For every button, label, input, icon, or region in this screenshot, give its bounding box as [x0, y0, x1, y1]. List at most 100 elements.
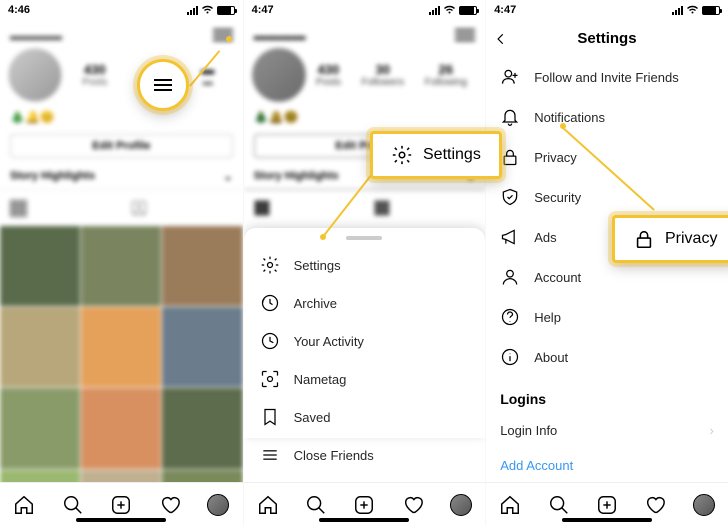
gear-icon — [391, 144, 413, 166]
chevron-down-icon: ⌄ — [223, 170, 232, 183]
bio-emojis: 🎄🔔😊 — [0, 106, 243, 128]
callout-label: Privacy — [665, 230, 717, 248]
avatar — [252, 48, 306, 102]
tab-tagged[interactable] — [121, 190, 242, 226]
nav-add-icon[interactable] — [353, 494, 375, 516]
menu-label: Your Activity — [294, 334, 364, 349]
settings-notifications[interactable]: Notifications — [486, 97, 728, 137]
nav-heart-icon[interactable] — [159, 494, 181, 516]
settings-help[interactable]: Help — [486, 297, 728, 337]
nav-home-icon[interactable] — [13, 494, 35, 516]
battery-icon — [459, 6, 477, 15]
clock-icon — [260, 331, 280, 351]
callout-privacy: Privacy — [612, 215, 728, 263]
wifi-icon — [443, 5, 456, 15]
row-label: Notifications — [534, 110, 605, 125]
menu-settings[interactable]: Settings — [244, 246, 486, 284]
battery-icon — [217, 6, 235, 15]
nav-profile-icon[interactable] — [693, 494, 715, 516]
logins-header: Logins — [486, 377, 728, 413]
nav-profile-icon[interactable] — [450, 494, 472, 516]
status-time: 4:47 — [252, 4, 274, 16]
profile-username: ▬▬▬▬ — [10, 28, 62, 43]
nav-search-icon[interactable] — [305, 494, 327, 516]
menu-label: Settings — [294, 258, 341, 273]
stat-posts[interactable]: 430Posts — [82, 62, 107, 88]
cellular-icon — [187, 6, 198, 15]
person-icon — [500, 267, 520, 287]
home-indicator — [319, 518, 409, 522]
status-bar: 4:46 — [0, 0, 243, 20]
menu-sheet: Settings Archive Your Activity Nametag S… — [244, 228, 486, 438]
menu-close-friends[interactable]: Close Friends — [244, 436, 486, 474]
lock-icon — [633, 228, 655, 250]
wifi-icon — [201, 5, 214, 15]
clock-icon — [260, 293, 280, 313]
screen-profile: 4:46 ▬▬▬▬ 430Posts ▬▬ ▬▬ 🎄🔔😊 Edi — [0, 0, 243, 526]
menu-nametag[interactable]: Nametag — [244, 360, 486, 398]
settings-security[interactable]: Security — [486, 177, 728, 217]
bookmark-icon — [260, 407, 280, 427]
story-highlights-label[interactable]: Story Highlights — [10, 170, 95, 183]
shield-icon — [500, 187, 520, 207]
nav-heart-icon[interactable] — [644, 494, 666, 516]
chevron-right-icon: › — [709, 423, 713, 438]
row-label: Login Info — [500, 423, 557, 438]
home-indicator — [562, 518, 652, 522]
nav-profile-icon[interactable] — [207, 494, 229, 516]
callout-settings: Settings — [370, 131, 502, 179]
list-icon — [260, 445, 280, 465]
status-bar: 4:47 — [244, 0, 486, 20]
wifi-icon — [686, 5, 699, 15]
settings-account[interactable]: Account — [486, 257, 728, 297]
nav-search-icon[interactable] — [548, 494, 570, 516]
row-label: Privacy — [534, 150, 577, 165]
add-account-link[interactable]: Add Account — [486, 448, 728, 483]
photo-grid[interactable] — [0, 226, 243, 526]
megaphone-icon — [500, 227, 520, 247]
row-label: About — [534, 350, 568, 365]
nav-add-icon[interactable] — [596, 494, 618, 516]
nav-search-icon[interactable] — [62, 494, 84, 516]
avatar[interactable] — [8, 48, 62, 102]
edit-profile-button[interactable]: Edit Profile — [10, 134, 233, 158]
status-bar: 4:47 — [486, 0, 728, 20]
tab-grid[interactable] — [0, 190, 121, 226]
home-indicator — [76, 518, 166, 522]
row-label: Help — [534, 310, 561, 325]
cellular-icon — [429, 6, 440, 15]
nav-home-icon[interactable] — [257, 494, 279, 516]
person-add-icon — [500, 67, 520, 87]
nav-heart-icon[interactable] — [402, 494, 424, 516]
status-time: 4:46 — [8, 4, 30, 16]
info-icon — [500, 347, 520, 367]
back-icon[interactable] — [494, 32, 508, 46]
help-icon — [500, 307, 520, 327]
menu-saved[interactable]: Saved — [244, 398, 486, 436]
settings-about[interactable]: About — [486, 337, 728, 377]
row-label: Follow and Invite Friends — [534, 70, 679, 85]
nav-add-icon[interactable] — [110, 494, 132, 516]
menu-activity[interactable]: Your Activity — [244, 322, 486, 360]
callout-hamburger — [137, 59, 189, 111]
cellular-icon — [672, 6, 683, 15]
hamburger-icon[interactable] — [455, 26, 475, 44]
status-time: 4:47 — [494, 4, 516, 16]
page-title: Settings — [577, 30, 636, 47]
lock-icon — [500, 147, 520, 167]
settings-follow-invite[interactable]: Follow and Invite Friends — [486, 57, 728, 97]
row-label: Account — [534, 270, 581, 285]
gear-icon — [260, 255, 280, 275]
screen-settings: 4:47 Settings Follow and Invite Friends … — [485, 0, 728, 526]
menu-label: Nametag — [294, 372, 347, 387]
row-label: Ads — [534, 230, 556, 245]
row-label: Security — [534, 190, 581, 205]
nav-home-icon[interactable] — [499, 494, 521, 516]
bell-icon — [500, 107, 520, 127]
callout-label: Settings — [423, 146, 481, 164]
battery-icon — [702, 6, 720, 15]
menu-archive[interactable]: Archive — [244, 284, 486, 322]
menu-label: Archive — [294, 296, 337, 311]
settings-login-info[interactable]: Login Info › — [486, 413, 728, 448]
settings-privacy[interactable]: Privacy — [486, 137, 728, 177]
